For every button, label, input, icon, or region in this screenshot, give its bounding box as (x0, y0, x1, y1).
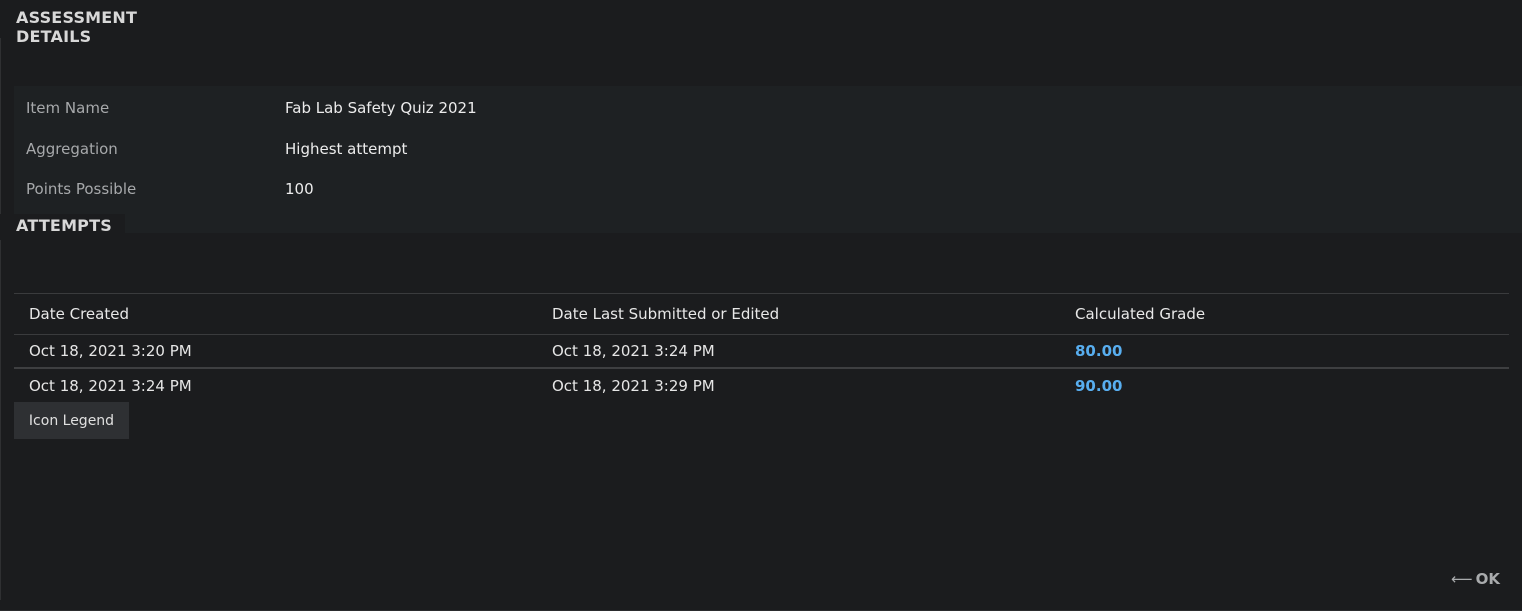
attempts-header: ATTEMPTS (0, 214, 125, 240)
date-created-cell: Oct 18, 2021 3:20 PM (29, 342, 192, 360)
assessment-details-title: ASSESSMENT DETAILS (16, 8, 138, 46)
detail-value: 100 (285, 180, 314, 198)
ok-label: OK (1475, 570, 1500, 588)
attempts-title: ATTEMPTS (16, 216, 112, 235)
detail-value: Highest attempt (285, 140, 408, 158)
ok-link[interactable]: ⟵ OK (1451, 570, 1500, 588)
column-header-date-submitted[interactable]: Date Last Submitted or Edited (552, 305, 779, 323)
column-header-date-created[interactable]: Date Created (29, 305, 129, 323)
detail-label: Points Possible (26, 180, 137, 198)
attempts-table: Date Created Date Last Submitted or Edit… (14, 293, 1509, 403)
date-submitted-cell: Oct 18, 2021 3:24 PM (552, 342, 715, 360)
page: ASSESSMENT DETAILS Item Name Fab Lab Saf… (0, 0, 1522, 611)
detail-label: Item Name (26, 99, 110, 117)
table-row: Oct 18, 2021 3:24 PM Oct 18, 2021 3:29 P… (14, 369, 1509, 403)
detail-value: Fab Lab Safety Quiz 2021 (285, 99, 477, 117)
date-submitted-cell: Oct 18, 2021 3:29 PM (552, 377, 715, 395)
detail-label: Aggregation (26, 140, 118, 158)
assessment-details-panel: Item Name Fab Lab Safety Quiz 2021 Aggre… (14, 86, 1522, 233)
table-header-row: Date Created Date Last Submitted or Edit… (14, 293, 1509, 335)
grade-link[interactable]: 80.00 (1075, 342, 1122, 360)
left-arrow-icon: ⟵ (1451, 570, 1473, 588)
date-created-cell: Oct 18, 2021 3:24 PM (29, 377, 192, 395)
grade-link[interactable]: 90.00 (1075, 377, 1122, 395)
left-divider (0, 38, 1, 600)
column-header-calculated-grade[interactable]: Calculated Grade (1075, 305, 1205, 323)
table-row: Oct 18, 2021 3:20 PM Oct 18, 2021 3:24 P… (14, 335, 1509, 369)
icon-legend-button[interactable]: Icon Legend (14, 402, 129, 439)
assessment-details-header: ASSESSMENT DETAILS (0, 0, 217, 46)
